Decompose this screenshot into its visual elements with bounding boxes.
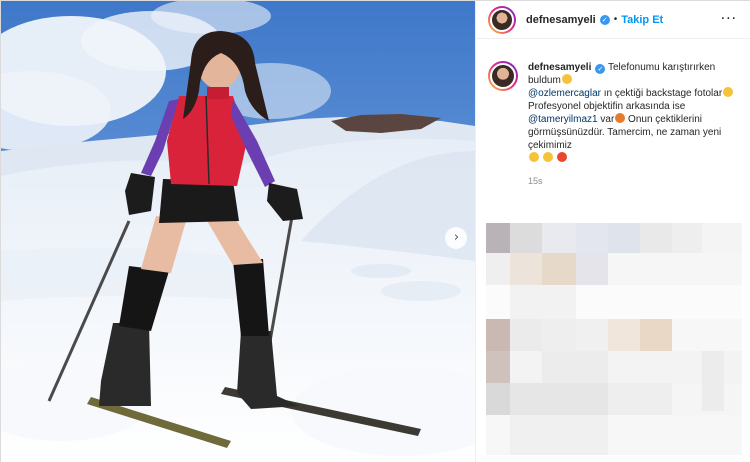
heart-eyes-emoji-icon [556, 152, 567, 162]
caption-part-2: ın çektiği backstage fotolar [600, 88, 723, 99]
caption-comment: defnesamyeli ✓ Telefonumu karıştırırken b… [488, 61, 739, 165]
caption-time: 15s [528, 176, 543, 186]
blurred-comments [486, 223, 742, 455]
chevron-right-icon: › [453, 230, 460, 245]
post-side-panel: defnesamyeli ✓ • Takip Et ··· defnesamye… [475, 1, 750, 462]
caption-text: defnesamyeli ✓ Telefonumu karıştırırken b… [528, 61, 738, 165]
header-avatar[interactable] [488, 5, 516, 34]
caption-part-4: var [597, 114, 615, 125]
caption-part-3: Profesyonel objektifin arkasında ise [528, 101, 686, 112]
post-frame: › defnesamyeli ✓ • Takip Et ··· defnesam… [0, 0, 750, 462]
verified-badge-icon: ✓ [599, 14, 610, 25]
caption-username[interactable]: defnesamyeli [528, 62, 591, 73]
photo-illustration [1, 1, 475, 462]
header-separator: • [613, 14, 618, 25]
follow-button[interactable]: Takip Et [621, 14, 663, 26]
header-username[interactable]: defnesamyeli [526, 14, 596, 26]
mention-ozlemercaglar[interactable]: @ozlemercaglar [528, 88, 601, 99]
mention-tameryilmaz1[interactable]: @tameryilmaz1 [528, 114, 598, 125]
caption-area: defnesamyeli ✓ Telefonumu karıştırırken b… [476, 39, 750, 186]
tongue-emoji-icon [529, 152, 539, 162]
next-slide-button[interactable]: › [445, 227, 467, 249]
smile-emoji-icon [723, 87, 734, 97]
post-photo[interactable]: › [1, 1, 475, 462]
blush-emoji-icon [542, 152, 553, 162]
boom-emoji-icon [615, 113, 626, 123]
grin-emoji-icon [561, 74, 572, 84]
more-options-icon[interactable]: ··· [721, 12, 737, 26]
caption-avatar[interactable] [488, 61, 518, 91]
caption-verified-icon: ✓ [595, 64, 606, 74]
post-header: defnesamyeli ✓ • Takip Et ··· [476, 1, 750, 39]
